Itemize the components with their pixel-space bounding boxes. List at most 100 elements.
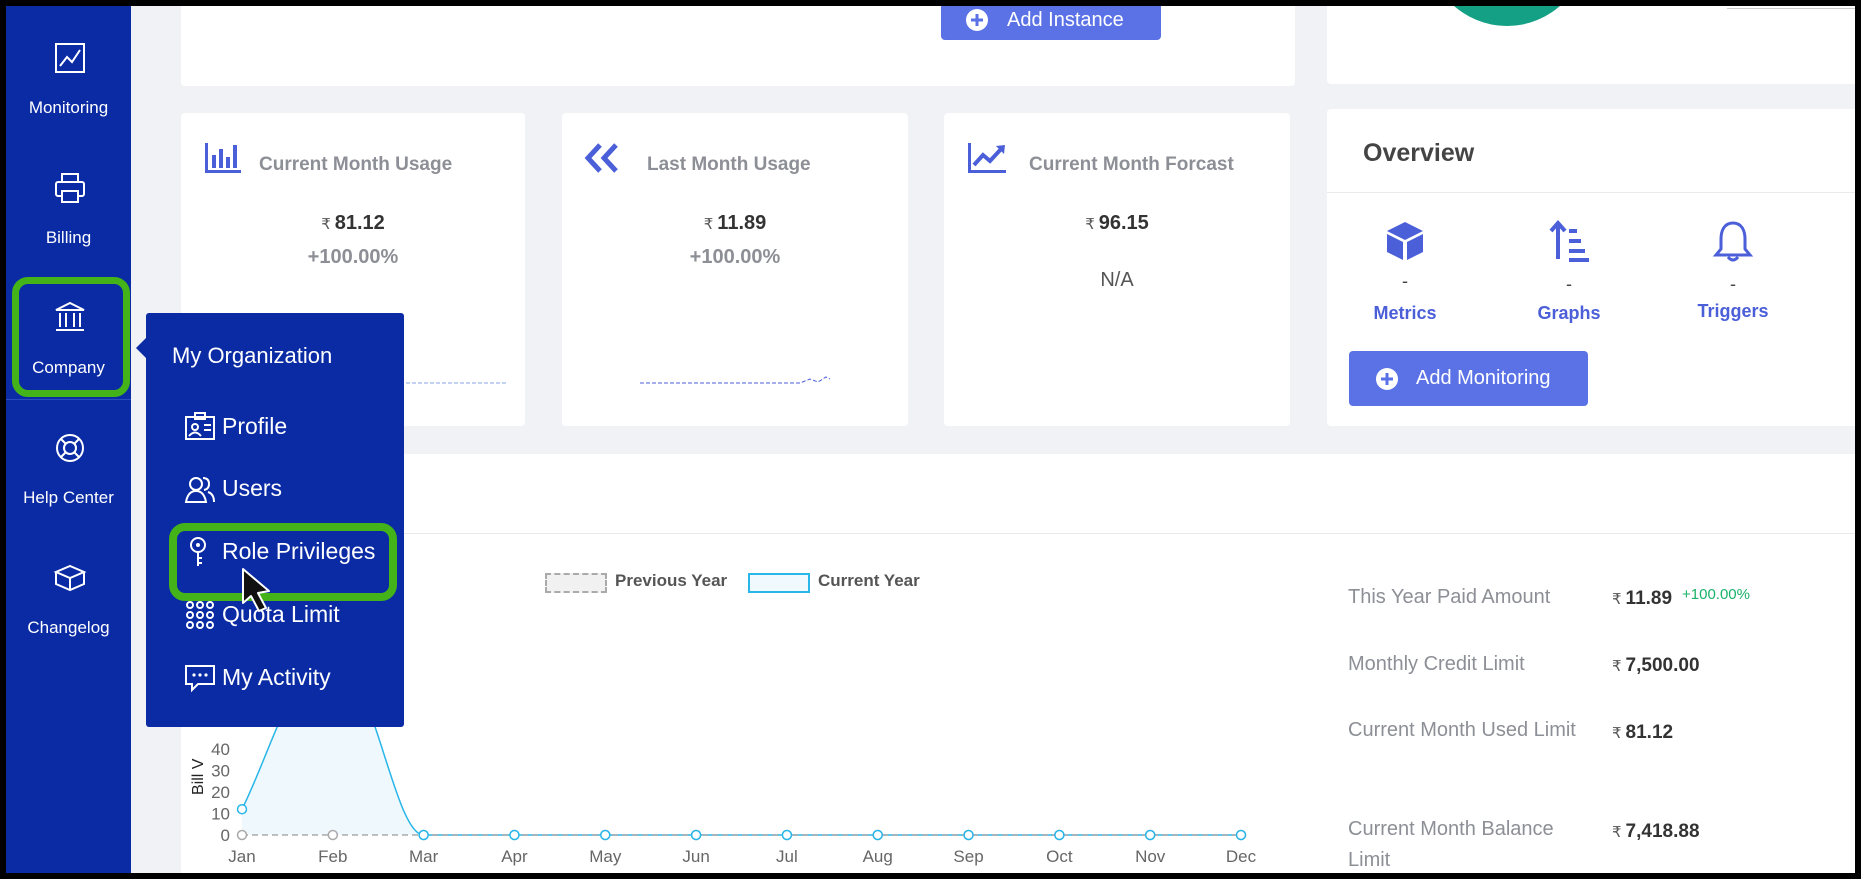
card-title: Last Month Usage <box>647 154 811 175</box>
card-note: N/A <box>1100 269 1134 291</box>
card-value: ₹96.15 <box>944 212 1290 235</box>
y-tick-label: 10 <box>211 805 230 824</box>
sparkline <box>406 382 506 384</box>
card-change: +100.00% <box>307 246 399 268</box>
add-instance-button[interactable]: Add Instance <box>941 6 1161 40</box>
currency-symbol: ₹ <box>1612 725 1622 742</box>
sidebar-item-changelog[interactable]: Changelog <box>6 546 131 656</box>
current-year-point <box>600 829 611 841</box>
stat-value: - <box>1566 274 1572 294</box>
current-year-point <box>509 829 520 841</box>
card-value: ₹11.89 <box>562 212 908 235</box>
x-tick-label: Feb <box>318 847 347 866</box>
sidebar-item-help-center[interactable]: Help Center <box>6 416 131 526</box>
card-value: ₹81.12 <box>181 212 525 235</box>
overview-stat-triggers[interactable]: - Triggers <box>1673 219 1793 329</box>
overview-card: Overview - Metrics - Graphs - Triggers A… <box>1327 109 1855 426</box>
amount: 7,418.88 <box>1625 821 1700 842</box>
add-instance-label: Add Instance <box>1007 9 1124 31</box>
card-title: Current Month Forcast <box>1029 154 1234 175</box>
grid-dots-icon <box>186 601 214 629</box>
previous-year-point <box>236 829 248 841</box>
y-tick-label: 30 <box>211 762 230 781</box>
sort-list-icon <box>1549 219 1589 262</box>
currency-symbol: ₹ <box>1085 216 1095 233</box>
status-card <box>1327 6 1855 84</box>
current-month-forecast-card: Current Month Forcast ₹96.15 N/A <box>944 113 1290 426</box>
x-tick-label: Sep <box>953 847 983 866</box>
summary-label: Monthly Credit Limit <box>1348 653 1525 675</box>
current-year-point <box>1054 829 1065 841</box>
x-tick-label: Oct <box>1046 847 1073 866</box>
menu-item-label: My Activity <box>222 664 331 690</box>
overview-stat-graphs[interactable]: - Graphs <box>1509 219 1629 329</box>
x-tick-label: Apr <box>501 847 528 866</box>
amount: 7,500.00 <box>1625 655 1700 676</box>
role-privileges-highlight <box>169 523 397 601</box>
current-year-point <box>872 829 883 841</box>
bar-chart-icon <box>205 143 241 173</box>
y-axis-title: Bill V <box>190 758 207 795</box>
stat-label: Triggers <box>1697 301 1769 321</box>
currency-symbol: ₹ <box>703 216 714 233</box>
lifebuoy-icon <box>56 434 84 462</box>
stat-label: Graphs <box>1537 303 1601 323</box>
menu-item-label: Users <box>222 475 283 501</box>
currency-symbol: ₹ <box>1612 658 1622 675</box>
overview-stat-metrics[interactable]: - Metrics <box>1345 219 1465 329</box>
x-tick-label: May <box>589 847 622 866</box>
x-tick-label: Jan <box>228 847 255 866</box>
sidebar: Monitoring Billing Company Help Center C… <box>6 6 131 873</box>
card-title: Current Month Usage <box>259 154 453 175</box>
summary-value: ₹7,418.88 <box>1612 821 1700 843</box>
x-tick-label: Nov <box>1135 847 1166 866</box>
stat-label: Metrics <box>1373 303 1437 323</box>
bell-icon <box>1712 221 1754 262</box>
sidebar-item-billing[interactable]: Billing <box>6 156 131 266</box>
stat-value: - <box>1402 271 1408 291</box>
summary-value: ₹7,500.00 <box>1612 655 1700 677</box>
current-year-point <box>781 829 793 841</box>
add-monitoring-button[interactable]: Add Monitoring <box>1349 351 1588 406</box>
x-tick-label: Mar <box>409 847 439 866</box>
x-tick-label: Aug <box>863 847 893 866</box>
divider <box>181 533 1855 534</box>
amount: 11.89 <box>717 212 767 234</box>
chart-line-icon <box>55 43 85 73</box>
company-highlight <box>12 277 130 397</box>
card-change: +100.00% <box>689 246 781 268</box>
current-year-point <box>1144 829 1156 841</box>
current-year-point <box>418 829 429 841</box>
box-icon <box>53 564 87 592</box>
app-frame: Monitoring Billing Company Help Center C… <box>6 6 1855 873</box>
plus-circle-icon <box>1376 368 1398 390</box>
sidebar-item-monitoring[interactable]: Monitoring <box>6 26 131 136</box>
divider <box>1327 192 1855 193</box>
x-tick-label: Jun <box>682 847 709 866</box>
instances-card: Add Instance <box>181 6 1295 86</box>
previous-year-point <box>327 829 339 841</box>
status-donut <box>1427 6 1587 26</box>
current-year-point <box>690 829 702 841</box>
current-year-point <box>963 829 974 841</box>
cube-icon <box>1387 222 1423 260</box>
summary-label: Current Month Balance Limit <box>1348 818 1554 871</box>
summary-value: ₹11.89 <box>1612 588 1672 610</box>
summary-badge: +100.00% <box>1682 586 1750 603</box>
sparkline <box>640 376 830 384</box>
sidebar-item-label: Billing <box>45 228 92 247</box>
y-tick-label: 0 <box>221 826 230 845</box>
stat-value: - <box>1730 274 1736 294</box>
divider <box>1727 8 1855 9</box>
y-tick-label: 20 <box>211 783 230 802</box>
x-tick-label: Dec <box>1226 847 1257 866</box>
summary-label: Current Month Used Limit <box>1348 719 1576 741</box>
amount: 81.12 <box>1625 722 1674 743</box>
current-year-point <box>1235 829 1247 841</box>
plus-circle-icon <box>966 9 988 31</box>
sidebar-item-label: Help Center <box>23 488 114 507</box>
current-year-point <box>236 803 248 815</box>
overview-title: Overview <box>1363 139 1475 167</box>
mouse-cursor-icon <box>242 568 270 612</box>
currency-symbol: ₹ <box>321 216 331 233</box>
